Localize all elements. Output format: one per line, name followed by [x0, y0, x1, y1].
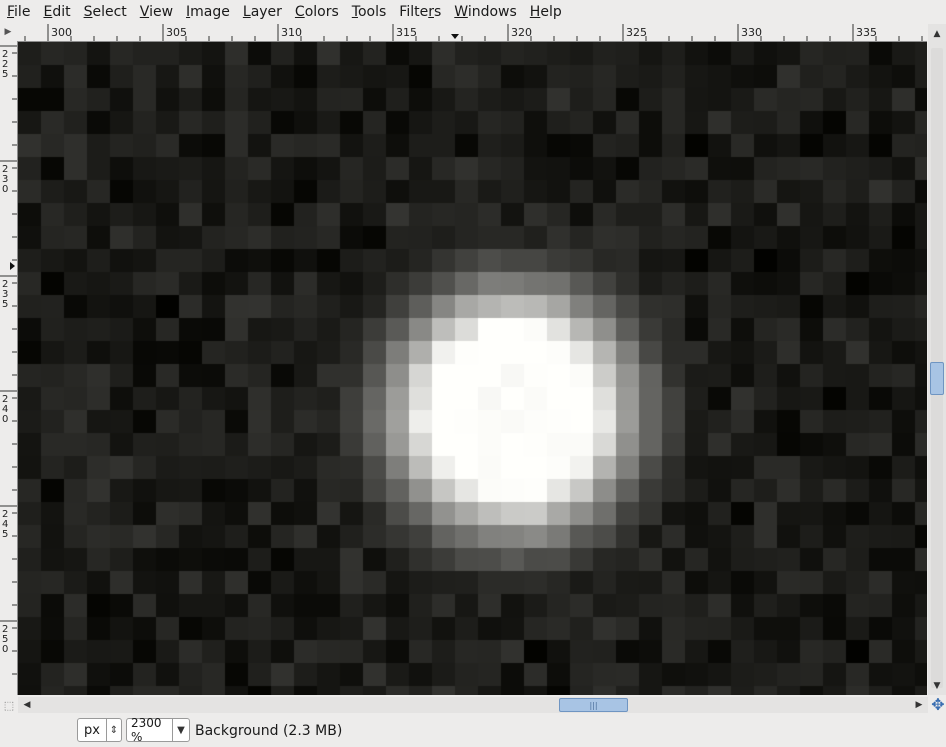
menu-help[interactable]: Help — [523, 0, 568, 24]
menu-file[interactable]: File — [0, 0, 36, 24]
quick-mask-icon[interactable]: ⬚ — [2, 699, 16, 713]
vertical-scrollbar[interactable]: ▲ ▼ — [928, 24, 946, 695]
ruler-menu-icon[interactable]: ▶ — [1, 26, 15, 38]
unit-value: px — [84, 722, 100, 738]
unit-select[interactable]: px ⇕ — [77, 718, 122, 742]
ruler-label: 310 — [281, 26, 302, 39]
horizontal-ruler: 300 305 310 315 320 325 330 335 — [18, 24, 927, 42]
scroll-down-icon[interactable]: ▼ — [930, 679, 944, 693]
zoom-select[interactable]: 2300 % ▼ — [126, 716, 190, 744]
horizontal-scroll-thumb[interactable]: ||| — [559, 698, 628, 712]
ruler-label: 230 — [2, 164, 8, 195]
ruler-label: 300 — [51, 26, 72, 39]
menu-colors[interactable]: Colors — [288, 0, 345, 24]
ruler-label: 250 — [2, 624, 8, 655]
menu-tools[interactable]: Tools — [345, 0, 393, 24]
vertical-ruler-ticks: 2 2 5 2 3 0 2 3 5 2 4 0 2 4 5 2 5 0 — [0, 45, 17, 675]
image-pixels[interactable] — [18, 42, 927, 695]
image-canvas[interactable] — [18, 42, 927, 695]
vertical-scroll-thumb[interactable] — [930, 362, 944, 395]
ruler-label: 335 — [856, 26, 877, 39]
horizontal-scrollbar[interactable]: ◀ ||| ▶ — [18, 697, 928, 713]
statusbar: px ⇕ 2300 % ▼ Background (2.3 MB) — [0, 714, 946, 747]
ruler-label: 245 — [2, 509, 8, 540]
chevron-updown-icon[interactable]: ⇕ — [105, 719, 121, 741]
menu-windows[interactable]: Windows — [447, 0, 523, 24]
menu-view[interactable]: View — [133, 0, 179, 24]
scroll-up-icon[interactable]: ▲ — [930, 27, 944, 41]
scroll-right-icon[interactable]: ▶ — [912, 698, 926, 712]
ruler-label: 235 — [2, 279, 8, 310]
menu-layer[interactable]: Layer — [236, 0, 288, 24]
ruler-label: 305 — [166, 26, 187, 39]
menubar: File Edit Select View Image Layer Colors Tools F… — [0, 0, 946, 24]
vertical-ruler: 225 230 235 240 245 250 — [0, 41, 18, 695]
pointer-marker-icon — [10, 262, 15, 270]
ruler-label: 240 — [2, 394, 8, 425]
ruler-label: 225 — [2, 49, 8, 80]
navigate-icon[interactable]: ✥ — [930, 697, 946, 713]
ruler-label: 330 — [741, 26, 762, 39]
menu-select[interactable]: Select — [77, 0, 133, 24]
scroll-left-icon[interactable]: ◀ — [20, 698, 34, 712]
ruler-label: 320 — [511, 26, 532, 39]
layer-info: Background (2.3 MB) — [195, 723, 343, 739]
ruler-label: 325 — [626, 26, 647, 39]
menu-image[interactable]: Image — [179, 0, 236, 24]
ruler-label: 315 — [396, 26, 417, 39]
chevron-down-icon[interactable]: ▼ — [171, 719, 189, 741]
menu-edit[interactable]: Edit — [36, 0, 76, 24]
menu-filters[interactable]: Filters — [392, 0, 447, 24]
pointer-marker-icon — [451, 34, 459, 39]
horizontal-ruler-ticks: 300 305 310 315 320 325 330 335 — [24, 24, 923, 41]
zoom-value: 2300 % — [131, 716, 162, 744]
